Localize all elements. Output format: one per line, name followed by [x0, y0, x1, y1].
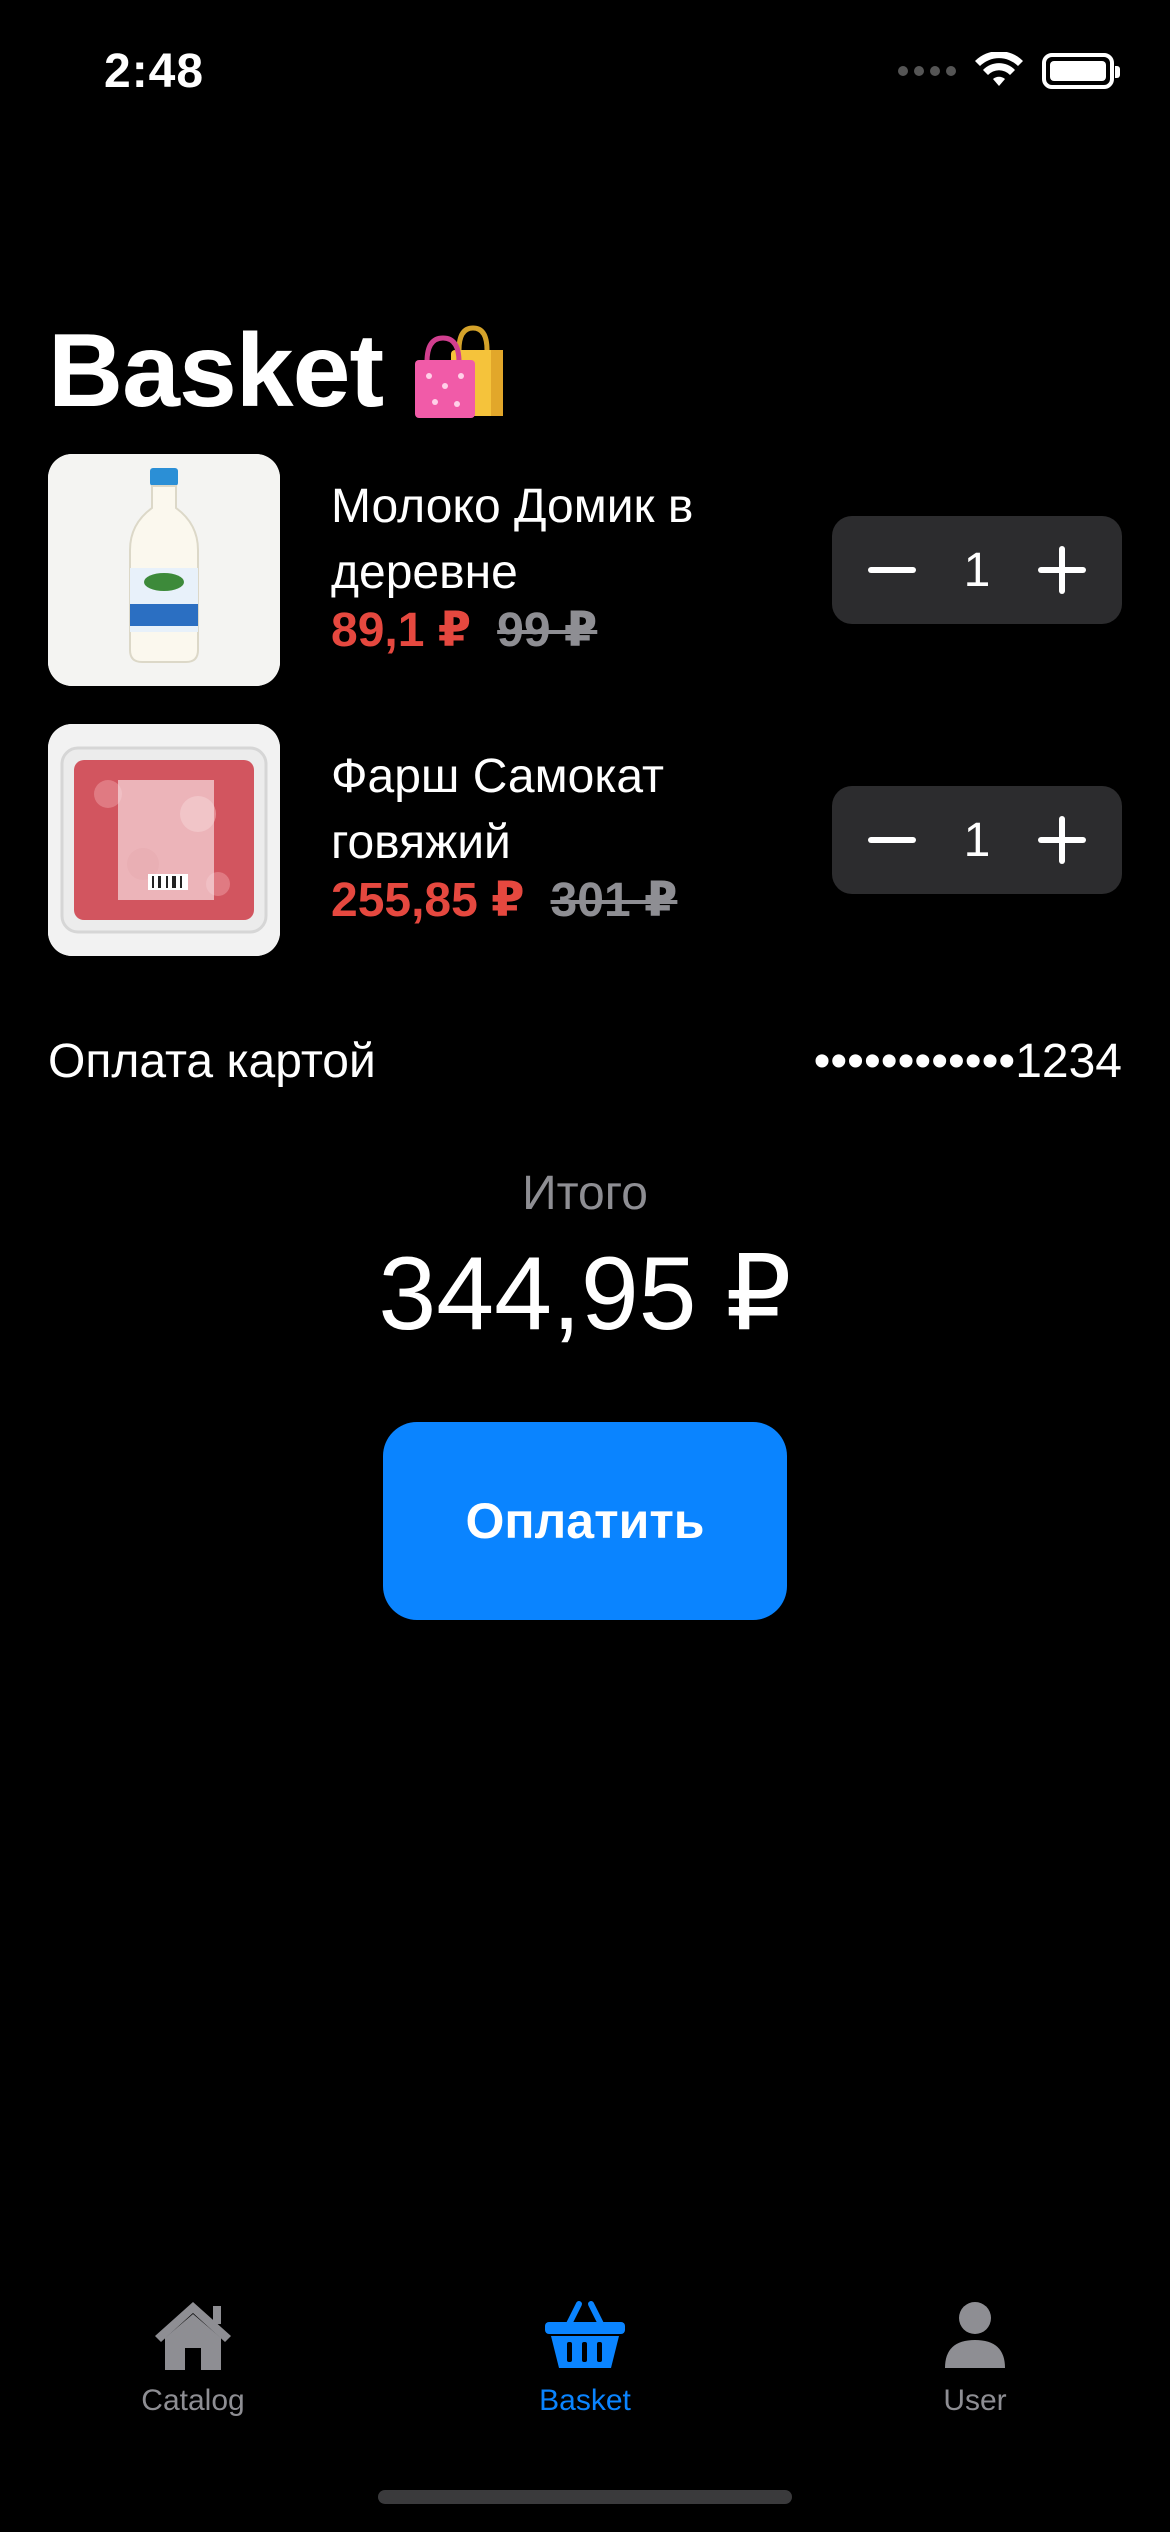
wifi-icon: [975, 52, 1023, 86]
battery-icon: [1042, 53, 1120, 89]
minus-icon: [868, 837, 916, 843]
tab-basket[interactable]: Basket: [465, 2298, 705, 2418]
home-indicator[interactable]: [378, 2490, 792, 2504]
product-image-milk[interactable]: [48, 454, 280, 686]
tab-label: Basket: [539, 2384, 631, 2417]
card-number[interactable]: ••••••••••••1234: [814, 1034, 1122, 1089]
total-amount: 344,95 ₽: [378, 1236, 792, 1352]
payment-method-label[interactable]: Оплата картой: [48, 1034, 376, 1089]
page-header: Basket: [48, 312, 511, 431]
product-prices: 89,1 ₽ 99 ₽: [331, 602, 597, 658]
pay-button[interactable]: Оплатить: [383, 1422, 787, 1620]
product-prices: 255,85 ₽ 301 ₽: [331, 872, 677, 928]
quantity-stepper: 1: [832, 786, 1122, 894]
tab-label: User: [943, 2384, 1007, 2417]
quantity-stepper: 1: [832, 516, 1122, 624]
minus-icon: [868, 567, 916, 573]
basket-icon: [545, 2301, 625, 2368]
status-icons: [898, 52, 1120, 90]
increase-button[interactable]: [1037, 816, 1086, 864]
basket-item: Молоко Домик в деревне 89,1 ₽ 99 ₽ 1: [48, 454, 1122, 686]
quantity-value: 1: [963, 543, 991, 597]
decrease-button[interactable]: [868, 546, 916, 594]
tab-catalog[interactable]: Catalog: [73, 2298, 313, 2418]
sale-price: 255,85 ₽: [331, 874, 525, 927]
tab-label: Catalog: [141, 2384, 245, 2417]
decrease-button[interactable]: [868, 816, 916, 864]
increase-button[interactable]: [1037, 546, 1086, 594]
old-price: 99 ₽: [497, 604, 598, 657]
sale-price: 89,1 ₽: [331, 604, 472, 657]
product-name: Фарш Самокат говяжий: [331, 750, 664, 869]
product-image-minced-meat[interactable]: [48, 724, 280, 956]
house-icon: [155, 2302, 231, 2370]
cellular-signal-icon: [898, 66, 956, 76]
quantity-value: 1: [963, 813, 991, 867]
total-label: Итого: [522, 1167, 648, 1220]
person-icon: [945, 2302, 1005, 2368]
old-price: 301 ₽: [550, 874, 678, 927]
product-name: Молоко Домик в деревне: [331, 480, 694, 599]
shopping-bags-icon: [415, 324, 504, 418]
status-time: 2:48: [104, 45, 205, 98]
tab-user[interactable]: User: [855, 2298, 1095, 2418]
page-title: Basket: [48, 313, 384, 429]
basket-item: Фарш Самокат говяжий 255,85 ₽ 301 ₽ 1: [48, 724, 1122, 956]
